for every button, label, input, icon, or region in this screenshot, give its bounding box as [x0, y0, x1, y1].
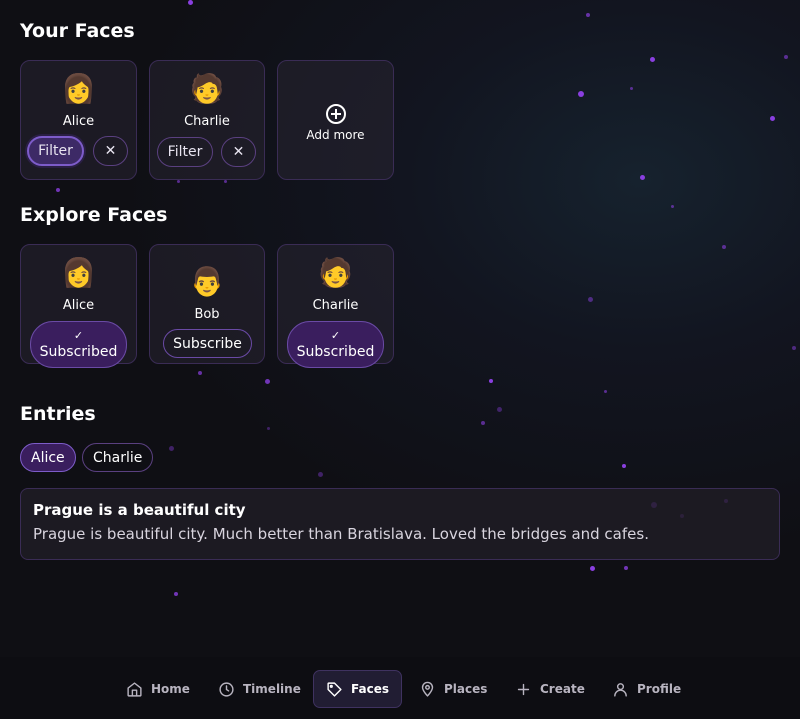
plus-circle-icon	[325, 104, 346, 124]
nav-item-places[interactable]: Places	[407, 670, 499, 708]
entry-filter-chip-charlie[interactable]: Charlie	[82, 443, 154, 472]
face-name: Alice	[62, 298, 95, 313]
face-name: Charlie	[184, 114, 230, 129]
tag-icon	[327, 681, 342, 697]
nav-label: Places	[444, 682, 488, 696]
face-avatar: 👨	[189, 265, 225, 298]
nav-label: Home	[151, 682, 190, 696]
close-icon: ✕	[104, 143, 117, 159]
clock-icon	[219, 681, 234, 697]
filter-button[interactable]: Filter	[27, 136, 84, 166]
nav-label: Profile	[637, 682, 682, 696]
filter-button[interactable]: Filter	[157, 137, 213, 167]
subscribed-label: Subscribed	[296, 343, 375, 360]
nav-label: Timeline	[243, 682, 301, 696]
entries-title: Entries	[20, 403, 96, 425]
subscribe-button[interactable]: Subscribe	[163, 329, 252, 358]
remove-face-button[interactable]: ✕	[93, 136, 128, 166]
face-name: Charlie	[312, 298, 359, 313]
explore-face-card-charlie: 🧑 Charlie ✓ Subscribed	[277, 244, 394, 368]
face-name: Alice	[62, 114, 95, 129]
face-avatar: 🧑	[189, 72, 225, 105]
check-icon: ✓	[330, 328, 341, 342]
subscribed-label: Subscribed	[39, 343, 118, 360]
face-name: Bob	[194, 307, 220, 322]
your-face-card-alice: 👩 Alice Filter ✕	[20, 60, 137, 180]
nav-item-home[interactable]: Home	[114, 670, 202, 708]
explore-face-card-alice: 👩 Alice ✓ Subscribed	[20, 244, 137, 368]
close-icon: ✕	[232, 144, 245, 160]
face-avatar: 👩	[61, 72, 96, 105]
nav-item-faces[interactable]: Faces	[313, 670, 402, 708]
entry-title: Prague is a beautiful city	[33, 501, 246, 519]
nav-label: Faces	[351, 682, 389, 696]
add-more-label: Add more	[306, 128, 365, 142]
home-icon	[127, 681, 142, 697]
face-avatar: 👩	[61, 256, 96, 289]
nav-label: Create	[540, 682, 585, 696]
nav-item-timeline[interactable]: Timeline	[206, 670, 313, 708]
entry-body: Prague is beautiful city. Much better th…	[33, 525, 649, 543]
nav-item-create[interactable]: Create	[503, 670, 597, 708]
map-pin-icon	[421, 681, 434, 697]
remove-face-button[interactable]: ✕	[221, 137, 256, 167]
add-more-faces-card[interactable]: Add more	[277, 60, 394, 180]
explore-face-card-bob: 👨 Bob Subscribe	[149, 244, 265, 364]
your-faces-title: Your Faces	[20, 20, 135, 42]
nav-item-profile[interactable]: Profile	[600, 670, 693, 708]
your-face-card-charlie: 🧑 Charlie Filter ✕	[149, 60, 265, 180]
subscribed-button[interactable]: ✓ Subscribed	[30, 321, 127, 368]
user-icon	[614, 682, 627, 697]
explore-faces-title: Explore Faces	[20, 204, 168, 226]
entry-card[interactable]: Prague is a beautiful city Prague is bea…	[20, 488, 780, 560]
subscribed-button[interactable]: ✓ Subscribed	[287, 321, 384, 368]
bottom-nav: Home Timeline Faces Places Create Profil…	[0, 657, 800, 719]
check-icon: ✓	[73, 328, 84, 342]
plus-icon	[517, 683, 530, 695]
face-avatar: 🧑	[318, 256, 353, 289]
entry-filter-chip-alice[interactable]: Alice	[20, 443, 76, 472]
